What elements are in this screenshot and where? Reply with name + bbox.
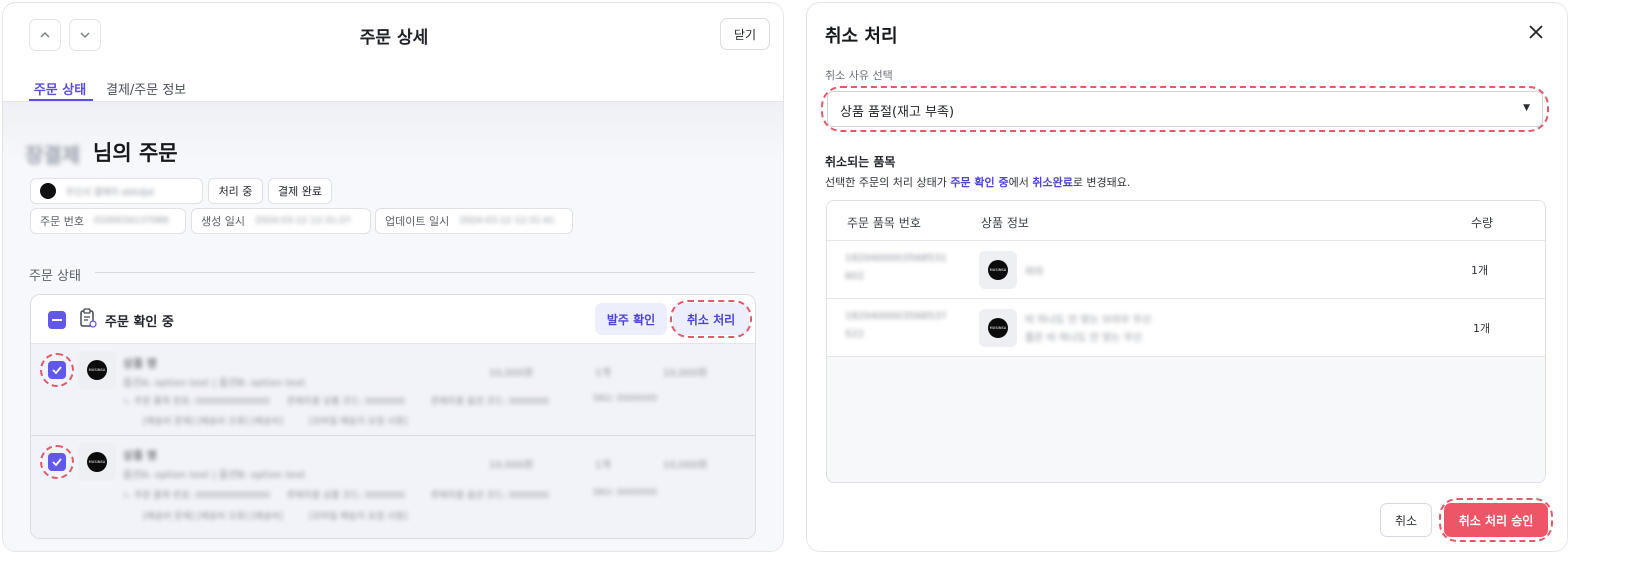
item-meta-shipping: [배송비 문제] [배송비 오류] [배송비]: [143, 512, 284, 522]
desc-prefix: 선택한 주문의 처리 상태가: [825, 176, 951, 189]
close-button[interactable]: 닫기: [720, 18, 770, 50]
product-total: 10,000원: [663, 368, 708, 379]
col-header-product-info: 상품 정보: [981, 216, 1029, 230]
cancel-process-highlight: [670, 300, 752, 338]
status-group-card: 주문 확인 중 발주 확인 취소 처리 MUSINSA 상품 명 옵션A: op…: [30, 294, 756, 539]
modal-title: 취소 처리: [825, 26, 898, 47]
item-checkbox-highlight: [40, 353, 74, 387]
status-badge-processing: 처리 중: [208, 178, 263, 204]
created-at-label: 생성 일시: [201, 215, 245, 228]
table-header: 주문 품목 번호 상품 정보 수량: [827, 201, 1545, 241]
section-title: 주문 상태: [29, 269, 81, 284]
desc-to-status: 취소완료: [1032, 176, 1073, 189]
row-order-item-no: 1820400003568531: [845, 253, 947, 264]
order-owner-title: 님의 주문: [93, 141, 178, 165]
cancel-button[interactable]: 취소: [1380, 503, 1432, 537]
approve-button-highlight: [1439, 498, 1553, 542]
product-thumbnail: MUSINSA: [78, 351, 116, 389]
item-meta-shipping: [배송비 문제] [배송비 오류] [배송비]: [143, 417, 284, 427]
musinsa-logo: MUSINSA: [87, 360, 107, 380]
close-icon[interactable]: [1527, 23, 1545, 41]
order-number-chip: 주문 번호 0100034137088: [30, 208, 186, 234]
table-row: 1820400003568531 602 MUSINSA 피아 1개: [827, 241, 1545, 299]
order-owner-name: 장결제: [25, 143, 81, 167]
item-meta-product-code: 판매자용 상품 코드: 0000000: [287, 397, 405, 407]
item-meta-option-code: 판매자용 옵션 코드: 0000000: [431, 397, 549, 407]
musinsa-logo: MUSINSA: [988, 318, 1008, 338]
status-badge-paid: 결제 완료: [268, 178, 332, 204]
created-at-value: 2024-03-12 12:31:27: [254, 216, 351, 226]
product-thumbnail: MUSINSA: [979, 309, 1017, 347]
product-qty: 1개: [595, 368, 611, 379]
order-detail-panel: 주문 상세 닫기 주문 상태 결제/주문 정보 장결제 님의 주문 무신사 결제…: [2, 2, 784, 552]
product-qty: 1개: [595, 460, 611, 471]
tab-payment-info[interactable]: 결제/주문 정보: [106, 79, 186, 98]
status-processing-label: 처리 중: [218, 185, 253, 198]
desc-suffix: 로 변경돼요.: [1072, 176, 1131, 189]
buyer-name: 무신사 결제자 abkdjal: [66, 187, 155, 198]
status-change-description: 선택한 주문의 처리 상태가 주문 확인 중에서 취소완료로 변경돼요.: [825, 174, 1130, 190]
status-group-label: 주문 확인 중: [105, 315, 174, 330]
tab-order-status[interactable]: 주문 상태: [29, 79, 91, 98]
row-qty: 1개: [1471, 264, 1489, 277]
item-meta-request: [모바일 배송지 요청 사항]: [309, 512, 408, 522]
order-number-label: 주문 번호: [40, 215, 84, 228]
confirm-order-button[interactable]: 발주 확인: [595, 303, 667, 335]
row-order-item-no-cont: 602: [845, 271, 865, 282]
product-name: 상품 명: [123, 357, 157, 370]
row-qty: 1개: [1473, 322, 1491, 335]
buyer-chip: 무신사 결제자 abkdjal: [30, 178, 203, 204]
product-option: 옵션A: option text | 옵션B: option text: [123, 378, 306, 389]
cancel-items-table: 주문 품목 번호 상품 정보 수량 1820400003568531 602 M…: [826, 200, 1546, 483]
updated-at-chip: 업데이트 일시 2024-03-12 12:31:41: [375, 208, 573, 234]
item-meta-order-no: ㄴ 주문 품목 번호: 0000000000000: [123, 397, 270, 407]
product-thumbnail: MUSINSA: [979, 251, 1017, 289]
status-paid-label: 결제 완료: [278, 185, 322, 198]
product-price: 10,000원: [489, 368, 534, 379]
cancel-modal: 취소 처리 취소 사유 선택 상품 품절(재고 부족) ▼ 취소되는 품목 선택…: [806, 2, 1568, 552]
updated-at-value: 2024-03-12 12:31:41: [459, 216, 555, 226]
musinsa-logo: MUSINSA: [988, 260, 1008, 280]
page-title: 주문 상세: [359, 28, 429, 48]
desc-from-status: 주문 확인 중: [950, 176, 1009, 189]
item-checkbox-highlight: [40, 445, 74, 479]
row-order-item-no-cont: 522: [845, 329, 865, 340]
item-meta-request: [모바일 배송지 요청 사항]: [309, 417, 408, 427]
musinsa-logo: MUSINSA: [87, 452, 107, 472]
row-product-info: 피아: [1025, 267, 1044, 278]
product-thumbnail: MUSINSA: [78, 443, 116, 481]
product-option: 옵션A: option text | 옵션B: option text: [123, 470, 306, 481]
table-row: 1820400003568537 522 MUSINSA 비 하나도 안 맞는 …: [827, 299, 1545, 357]
product-price: 10,000원: [489, 460, 534, 471]
list-item: MUSINSA 상품 명 옵션A: option text | 옵션B: opt…: [31, 435, 755, 538]
list-item: MUSINSA 상품 명 옵션A: option text | 옵션B: opt…: [31, 343, 755, 435]
item-meta-order-no: ㄴ 주문 품목 번호: 0000000000000: [123, 491, 270, 501]
updated-at-label: 업데이트 일시: [385, 215, 450, 228]
item-meta-option-code: 판매자용 옵션 코드: 0000000: [431, 491, 549, 501]
item-meta-sku: SKU: 0000000: [593, 394, 657, 404]
row-order-item-no: 1820400003568537: [845, 311, 947, 322]
col-header-qty: 수량: [1471, 216, 1494, 230]
desc-middle: 에서: [1008, 176, 1033, 189]
items-section-title: 취소되는 품목: [825, 155, 896, 169]
clipboard-icon: [80, 308, 97, 328]
reason-label: 취소 사유 선택: [825, 69, 893, 82]
item-meta-sku: SKU: 0000000: [593, 488, 657, 498]
item-meta-product-code: 판매자용 상품 코드: 0000000: [287, 491, 405, 501]
reason-select-highlight: [821, 86, 1549, 132]
avatar: [40, 183, 56, 199]
col-header-order-item-no: 주문 품목 번호: [847, 216, 921, 230]
product-name: 상품 명: [123, 449, 157, 462]
row-product-info-cont: 품은 비 하나도 안 맞는 무신: [1025, 333, 1143, 344]
order-number-value: 0100034137088: [93, 216, 169, 226]
row-product-info: 비 하나도 안 맞는 브라우 무신: [1025, 315, 1152, 326]
section-divider: [95, 272, 755, 273]
group-checkbox[interactable]: [48, 311, 66, 329]
product-total: 10,000원: [663, 460, 708, 471]
created-at-chip: 생성 일시 2024-03-12 12:31:27: [191, 208, 371, 234]
